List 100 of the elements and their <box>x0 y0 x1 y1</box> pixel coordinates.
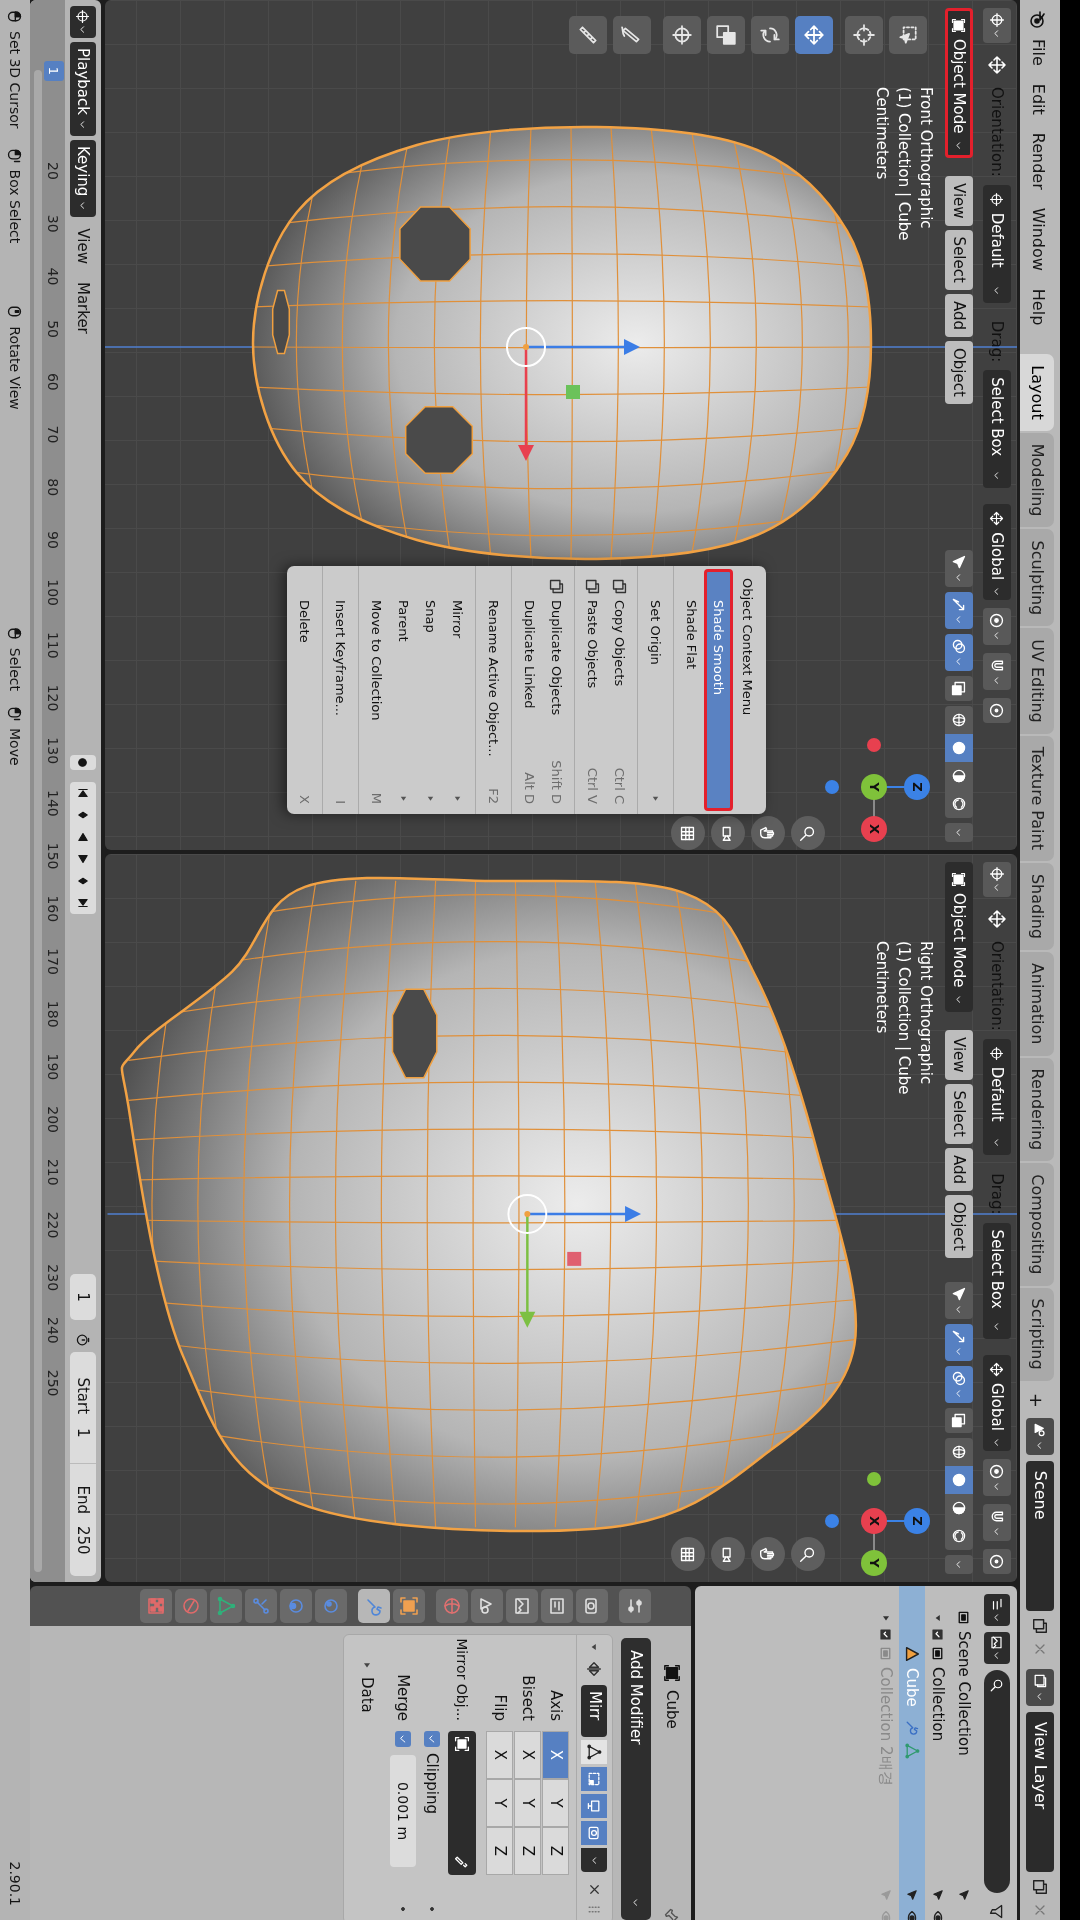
orientation-dropdown[interactable]: Default <box>983 184 1011 303</box>
axis-toggle-button[interactable]: X <box>486 1731 514 1779</box>
outliner-row[interactable]: Collection <box>925 1586 951 1920</box>
workspace-tab[interactable]: Texture Paint <box>1020 735 1054 861</box>
units-label: Centimeters <box>872 941 892 1034</box>
frame-number: 30 <box>43 214 62 233</box>
menu-button[interactable]: View <box>945 1030 973 1080</box>
outliner-row[interactable]: Scene Collection <box>951 1586 977 1920</box>
axis-toggle-button[interactable]: Y <box>486 1779 514 1827</box>
playhead-frame[interactable]: 1 <box>43 61 64 81</box>
workspace-tab[interactable]: Shading <box>1020 862 1054 950</box>
current-frame-field[interactable]: 1 <box>69 1273 96 1320</box>
orientation-dropdown[interactable]: Default <box>983 1038 1011 1156</box>
drag-dropdown[interactable]: Select Box <box>983 370 1011 489</box>
frame-number: 230 <box>43 1264 62 1292</box>
workspace-tab[interactable]: Animation <box>1020 951 1054 1056</box>
menu-item[interactable]: Set Origin <box>642 570 669 810</box>
end-frame-field[interactable]: End 250 <box>69 1464 96 1576</box>
menu-button[interactable]: View <box>945 176 973 226</box>
menu-item[interactable]: Move to Collection M <box>363 570 390 810</box>
menu-button[interactable]: Select <box>945 229 973 290</box>
axis-toggle-button[interactable]: Y <box>542 1779 570 1827</box>
outliner-label: Scene Collection <box>954 1631 975 1756</box>
add-modifier-button[interactable]: Add Modifier <box>621 1638 651 1920</box>
shortcut-label: Alt D <box>521 771 539 804</box>
workspace-tab[interactable]: Compositing <box>1020 1163 1054 1286</box>
field-label: Merge <box>393 1673 414 1723</box>
frame-number: 40 <box>43 267 62 286</box>
menu-item[interactable]: Edit <box>1020 74 1056 124</box>
field-label: Flip <box>490 1693 511 1723</box>
scene-name-field[interactable]: Scene <box>1026 1460 1054 1611</box>
axis-toggle-button[interactable]: Y <box>514 1779 542 1827</box>
field-value: 1 <box>73 1428 94 1438</box>
workspace-tab[interactable]: Rendering <box>1020 1057 1054 1162</box>
gizmo-axis-handle[interactable]: X <box>861 1508 887 1534</box>
menu-item[interactable]: Render <box>1020 123 1056 199</box>
menu-item[interactable]: Duplicate Linked Alt D <box>516 570 543 810</box>
menu-item[interactable]: Insert Keyframe... I <box>327 570 354 810</box>
menu-item[interactable]: Mirror <box>444 570 471 810</box>
outliner-label: Collection <box>928 1667 949 1742</box>
workspace-tab[interactable]: UV Editing <box>1020 628 1054 734</box>
frame-number: 180 <box>43 1000 62 1028</box>
subpanel-header[interactable]: Data <box>352 1635 382 1920</box>
menu-item[interactable]: Delete X <box>291 570 318 810</box>
menu-item[interactable]: Parent <box>390 570 417 810</box>
gizmo-axis-handle[interactable]: Z <box>904 1508 930 1534</box>
menu-button[interactable]: Add <box>945 293 973 337</box>
workspace-tab[interactable]: Modeling <box>1020 432 1054 528</box>
axis-toggle-button[interactable]: Z <box>514 1827 542 1875</box>
version-label: 2.90.1 <box>6 1861 25 1908</box>
workspace-tab[interactable]: Layout <box>1020 354 1054 431</box>
merge-distance-field[interactable]: 0.001 m <box>390 1755 416 1867</box>
menu-item[interactable]: File <box>1020 30 1056 75</box>
start-frame-field[interactable]: Start 1 <box>69 1352 96 1464</box>
frame-number: 210 <box>43 1158 62 1186</box>
menu-button[interactable]: Marker <box>69 274 96 341</box>
menu-button[interactable]: Object <box>945 1194 973 1258</box>
menu-button[interactable]: Add <box>945 1147 973 1191</box>
modifier-name-field[interactable]: Mirr <box>581 1685 608 1737</box>
menu-item[interactable]: Shade Flat <box>678 570 705 810</box>
menu-item[interactable]: Paste Objects Ctrl V <box>579 570 606 810</box>
workspace-tab[interactable]: Sculpting <box>1020 529 1054 627</box>
add-workspace-button[interactable]: + <box>1020 1382 1054 1418</box>
frame-number: 140 <box>43 790 62 817</box>
shortcut-label: I <box>332 799 350 804</box>
drag-dropdown[interactable]: Select Box <box>983 1222 1011 1339</box>
axis-toggle-button[interactable]: Z <box>486 1827 514 1875</box>
menu-item[interactable]: Help <box>1020 279 1056 335</box>
menu-item[interactable]: Shade Smooth <box>705 570 732 810</box>
menu-button[interactable]: Select <box>945 1083 973 1144</box>
frame-number: 240 <box>43 1317 62 1344</box>
transform-orientation-dropdown[interactable]: Global <box>983 1355 1011 1451</box>
frame-number: 90 <box>43 531 62 549</box>
gizmo-axis-handle[interactable]: X <box>861 816 887 842</box>
axis-toggle-button[interactable]: Z <box>542 1827 570 1875</box>
gizmo-axis-handle[interactable]: Z <box>904 774 930 800</box>
frame-number: 150 <box>43 842 62 870</box>
menu-item[interactable]: Copy Objects Ctrl C <box>606 570 633 810</box>
gizmo-axis-handle[interactable]: Y <box>861 774 887 800</box>
axis-toggle-button[interactable]: X <box>542 1731 570 1779</box>
menu-item[interactable]: Rename Active Object... F2 <box>480 570 507 810</box>
axis-toggle-button[interactable]: X <box>514 1731 542 1779</box>
menu-button[interactable]: View <box>69 221 96 271</box>
workspace-tab[interactable]: Scripting <box>1020 1287 1054 1381</box>
mode-dropdown[interactable]: Object Mode <box>945 862 973 1012</box>
frame-number: 170 <box>43 948 62 975</box>
frame-number: 110 <box>43 631 62 659</box>
gizmo-axis-handle[interactable]: Y <box>861 1550 887 1576</box>
transform-orientation-dropdown[interactable]: Global <box>983 504 1011 601</box>
menu-dropdown[interactable]: Playback <box>69 42 96 136</box>
menu-item[interactable]: Duplicate Objects Shift D <box>543 570 570 810</box>
menu-dropdown[interactable]: Keying <box>69 139 96 218</box>
mode-dropdown[interactable]: Object Mode <box>945 8 973 158</box>
menu-button[interactable]: Object <box>945 340 973 404</box>
menu-item[interactable]: Snap <box>417 570 444 810</box>
shortcut-hint: Rotate View <box>6 326 25 410</box>
menu-item[interactable]: Window <box>1020 198 1056 280</box>
shortcut-hint: Box Select <box>6 169 25 244</box>
checkbox-label: Clipping <box>422 1753 443 1815</box>
view-layer-field[interactable]: View Layer <box>1026 1711 1054 1872</box>
